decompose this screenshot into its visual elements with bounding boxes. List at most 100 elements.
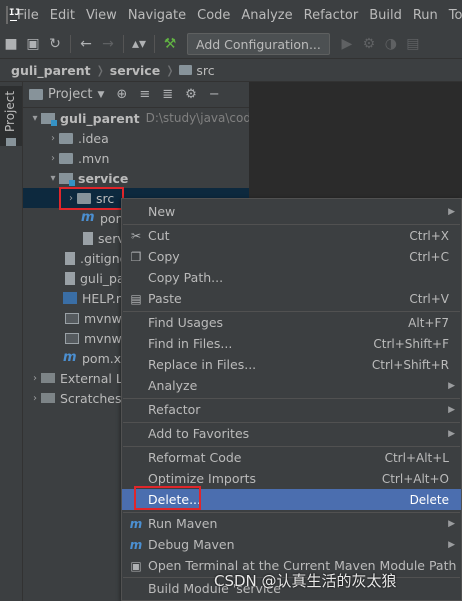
menu-item-copy-path[interactable]: Copy Path... bbox=[122, 267, 461, 288]
menu-item-label: Optimize Imports bbox=[148, 471, 257, 486]
minimize-icon[interactable]: − bbox=[209, 87, 220, 102]
tree-item-label: guli_pa bbox=[80, 270, 125, 286]
menu-item-label: Analyze bbox=[148, 378, 198, 393]
profile-icon[interactable]: ▤ bbox=[402, 33, 424, 55]
menu-item-label: Refactor bbox=[148, 402, 201, 417]
tree-item-service[interactable]: ▾ service bbox=[23, 168, 249, 188]
menu-item-replace-in-files[interactable]: Replace in Files... Ctrl+Shift+R bbox=[122, 354, 461, 375]
iml-file-icon bbox=[65, 271, 75, 285]
menu-item-label: Copy bbox=[148, 249, 180, 264]
chevron-right-icon: ❭ bbox=[95, 63, 105, 77]
submenu-arrow-icon: ▶ bbox=[448, 518, 455, 529]
tree-item-guli-parent[interactable]: ▾ guli_parent D:\study\java\code bbox=[23, 108, 249, 128]
menu-analyze[interactable]: Analyze bbox=[241, 8, 292, 23]
menu-item-copy[interactable]: ❐ Copy Ctrl+C bbox=[122, 246, 461, 267]
menu-item-find-usages[interactable]: Find Usages Alt+F7 bbox=[122, 312, 461, 333]
menu-file[interactable]: File bbox=[17, 8, 39, 23]
maven-icon: m bbox=[63, 350, 77, 365]
menu-refactor[interactable]: Refactor bbox=[304, 8, 359, 23]
menu-item-label: Find Usages bbox=[148, 315, 224, 330]
clipboard-icon: ▤ bbox=[130, 291, 142, 306]
submenu-arrow-icon: ▶ bbox=[448, 428, 455, 439]
menu-code[interactable]: Code bbox=[197, 8, 230, 23]
menu-view[interactable]: View bbox=[86, 8, 117, 23]
menu-item-label: Run Maven bbox=[148, 516, 218, 531]
locate-file-icon[interactable]: ⊕ bbox=[116, 87, 127, 102]
run-icon[interactable]: ▶ bbox=[336, 33, 358, 55]
copy-icon: ❐ bbox=[130, 249, 142, 264]
menu-navigate[interactable]: Navigate bbox=[128, 8, 186, 23]
save-icon[interactable]: ▣ bbox=[22, 33, 44, 55]
project-tab-label: Project bbox=[3, 90, 17, 132]
forward-arrow-icon[interactable]: → bbox=[97, 33, 119, 55]
chevron-down-icon[interactable]: ▾ bbox=[47, 173, 59, 184]
user-dropdown-icon[interactable]: ▴▾ bbox=[128, 33, 150, 55]
submenu-arrow-icon: ▶ bbox=[448, 206, 455, 217]
toolbar-divider bbox=[154, 35, 155, 53]
menu-item-find-in-files[interactable]: Find in Files... Ctrl+Shift+F bbox=[122, 333, 461, 354]
menu-item-refactor[interactable]: Refactor ▶ bbox=[122, 399, 461, 420]
left-tool-stripe: Project bbox=[0, 82, 23, 601]
gear-icon[interactable]: ⚙ bbox=[185, 87, 197, 102]
chevron-right-icon[interactable]: › bbox=[29, 373, 41, 384]
breadcrumb-module[interactable]: service bbox=[110, 63, 160, 78]
tree-item-label: External Li bbox=[60, 370, 127, 386]
menu-item-cut[interactable]: ✂ Cut Ctrl+X bbox=[122, 225, 461, 246]
tree-item-mvn[interactable]: › .mvn bbox=[23, 148, 249, 168]
maven-run-icon: m bbox=[129, 516, 143, 531]
highlight-box-delete bbox=[134, 486, 201, 510]
module-folder-icon bbox=[41, 112, 57, 126]
open-folder-icon[interactable]: ■ bbox=[0, 33, 22, 55]
menu-item-label: Replace in Files... bbox=[148, 357, 257, 372]
build-hammer-icon[interactable]: ⚒ bbox=[159, 33, 181, 55]
markdown-file-icon bbox=[63, 292, 77, 304]
menu-item-label: Debug Maven bbox=[148, 537, 235, 552]
cmd-file-icon bbox=[65, 332, 79, 344]
context-menu: New ▶ ✂ Cut Ctrl+X ❐ Copy Ctrl+C Copy Pa… bbox=[121, 198, 462, 601]
tree-item-label: service bbox=[78, 170, 129, 186]
menu-item-paste[interactable]: ▤ Paste Ctrl+V bbox=[122, 288, 461, 309]
chevron-down-icon[interactable]: ▼ bbox=[97, 90, 104, 100]
breadcrumb-folder[interactable]: src bbox=[196, 63, 214, 78]
menu-item-debug-maven[interactable]: m Debug Maven ▶ bbox=[122, 534, 461, 555]
terminal-icon: ▣ bbox=[130, 558, 142, 573]
project-view-selector[interactable]: Project bbox=[48, 87, 92, 102]
menu-tools[interactable]: Too bbox=[449, 8, 462, 23]
tree-item-label: Scratches bbox=[60, 390, 122, 406]
maven-icon: m bbox=[81, 210, 95, 225]
menu-item-run-maven[interactable]: m Run Maven ▶ bbox=[122, 513, 461, 534]
menu-build[interactable]: Build bbox=[369, 8, 402, 23]
tree-item-label: guli_parent bbox=[60, 110, 140, 126]
menu-edit[interactable]: Edit bbox=[50, 8, 75, 23]
chevron-right-icon[interactable]: › bbox=[47, 153, 59, 164]
scissors-icon: ✂ bbox=[130, 228, 142, 243]
tree-item-label: mvnw bbox=[84, 310, 122, 326]
chevron-right-icon[interactable]: › bbox=[29, 393, 41, 404]
toolbar: ■ ▣ ↻ ← → ▴▾ ⚒ Add Configuration... ▶ ⚙ … bbox=[0, 30, 462, 58]
submenu-arrow-icon: ▶ bbox=[448, 380, 455, 391]
add-configuration-button[interactable]: Add Configuration... bbox=[187, 33, 330, 55]
menu-run[interactable]: Run bbox=[413, 8, 438, 23]
folder-icon bbox=[59, 152, 73, 164]
folder-icon bbox=[6, 138, 16, 146]
chevron-right-icon[interactable]: › bbox=[47, 133, 59, 144]
menu-item-shortcut: Ctrl+Shift+F bbox=[373, 336, 449, 351]
menu-item-analyze[interactable]: Analyze ▶ bbox=[122, 375, 461, 396]
chevron-down-icon[interactable]: ▾ bbox=[29, 113, 41, 124]
menu-item-add-to-favorites[interactable]: Add to Favorites ▶ bbox=[122, 423, 461, 444]
breadcrumb: guli_parent ❭ service ❭ src bbox=[0, 58, 462, 82]
menu-item-reformat-code[interactable]: Reformat Code Ctrl+Alt+L bbox=[122, 447, 461, 468]
breadcrumb-project[interactable]: guli_parent bbox=[11, 63, 91, 78]
intellij-logo-icon: IJ bbox=[6, 6, 20, 24]
project-tool-tab[interactable]: Project bbox=[0, 86, 22, 146]
menu-item-new[interactable]: New ▶ bbox=[122, 201, 461, 222]
tree-item-idea[interactable]: › .idea bbox=[23, 128, 249, 148]
menu-bar: IJ File Edit View Navigate Code Analyze … bbox=[0, 0, 462, 30]
expand-all-icon[interactable]: ≡ bbox=[139, 87, 150, 102]
debug-icon[interactable]: ⚙ bbox=[358, 33, 380, 55]
sync-icon[interactable]: ↻ bbox=[44, 33, 66, 55]
toolbar-divider bbox=[123, 35, 124, 53]
collapse-all-icon[interactable]: ≣ bbox=[162, 87, 173, 102]
coverage-icon[interactable]: ◑ bbox=[380, 33, 402, 55]
back-arrow-icon[interactable]: ← bbox=[75, 33, 97, 55]
